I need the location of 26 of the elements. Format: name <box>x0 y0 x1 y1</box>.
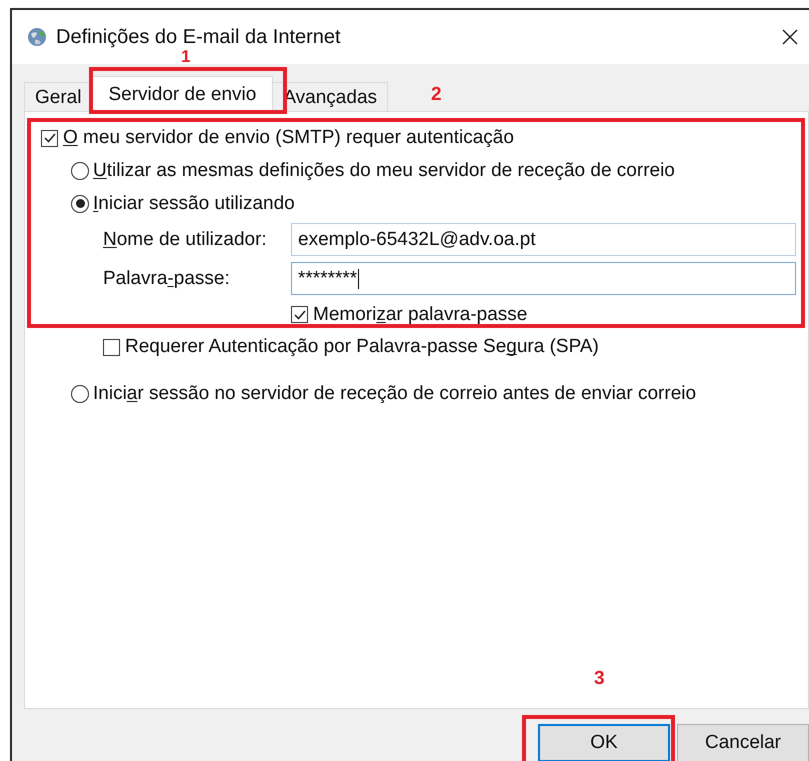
radio-button[interactable] <box>71 384 89 402</box>
input-field[interactable]: ******** <box>291 262 796 295</box>
checkbox[interactable] <box>41 130 58 146</box>
step-number: 2 <box>431 84 442 106</box>
radio-label: Iniciar sessão utilizando <box>93 192 295 214</box>
field-label: Palavra-passe: <box>103 268 231 290</box>
cancel-button[interactable]: Cancelar <box>677 724 809 761</box>
radio-button[interactable] <box>71 162 89 180</box>
step-number: 1 <box>181 47 190 67</box>
radio-label: Iniciar sessão no servidor de receção de correio antes de enviar correio <box>93 382 696 404</box>
field-label: Nome de utilizador: <box>103 228 268 250</box>
globe-icon <box>26 26 48 48</box>
radio-button[interactable] <box>71 194 89 212</box>
checkbox[interactable] <box>291 306 308 323</box>
radio-label: Utilizar as mesmas definições do meu servidor de receção de correio <box>93 160 675 182</box>
input-field[interactable]: exemplo-65432L@adv.oa.pt <box>291 223 796 256</box>
window-title: Definições do E-mail da Internet <box>56 26 341 48</box>
step-number: 3 <box>594 668 605 690</box>
checkbox-label: O meu servidor de envio (SMTP) requer autenticação <box>63 127 514 149</box>
checkbox-label: Memorizar palavra-passe <box>313 304 528 326</box>
checkbox[interactable] <box>103 338 120 356</box>
tab[interactable]: Servidor de envio <box>91 76 274 112</box>
close-icon[interactable] <box>782 29 798 45</box>
checkbox-label: Requerer Autenticação por Palavra-passe Segura (SPA) <box>125 336 599 358</box>
tab[interactable]: Avançadas <box>272 82 388 112</box>
ok-button[interactable]: OK <box>538 724 670 761</box>
